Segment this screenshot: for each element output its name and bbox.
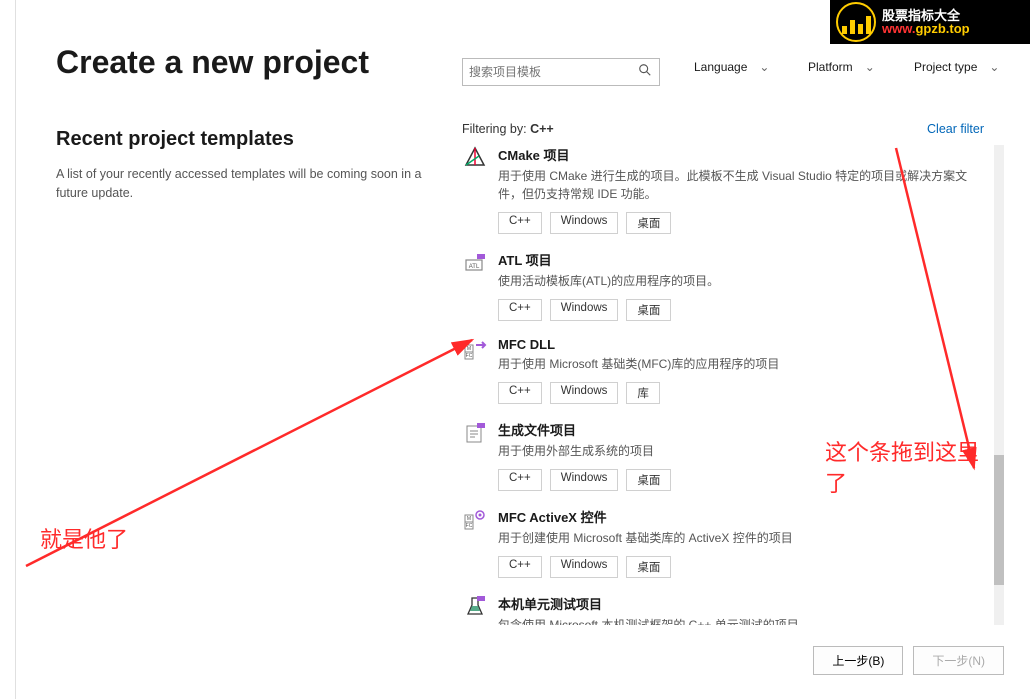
template-item[interactable]: 生成文件项目用于使用外部生成系统的项目 C++ Windows 桌面	[462, 410, 986, 497]
template-tag: 桌面	[626, 299, 671, 321]
test-icon	[462, 594, 488, 620]
filter-platform-label: Platform	[808, 60, 853, 74]
atl-icon: ATL	[462, 250, 488, 276]
template-tags: C++ Windows 桌面	[498, 212, 982, 234]
template-title: MFC ActiveX 控件	[498, 507, 982, 526]
svg-text:FC: FC	[466, 523, 473, 529]
template-item[interactable]: MFC MFC ActiveX 控件用于创建使用 Microsoft 基础类库的 …	[462, 497, 986, 584]
template-tag: Windows	[550, 299, 619, 321]
template-item[interactable]: 本机单元测试项目包含使用 Microsoft 本机测试框架的 C++ 单元测试的…	[462, 584, 986, 625]
filter-by-label: Filtering by: C++	[462, 122, 554, 136]
template-item[interactable]: CMake 项目用于使用 CMake 进行生成的项目。此模板不生成 Visual…	[462, 145, 986, 240]
mfcax-icon: MFC	[462, 507, 488, 533]
template-tag: C++	[498, 382, 542, 404]
next-button[interactable]: 下一步(N)	[913, 646, 1004, 675]
template-tags: C++ Windows 桌面	[498, 469, 982, 491]
background-sliver	[0, 0, 16, 699]
page-title: Create a new project	[56, 44, 369, 81]
template-tag: C++	[498, 469, 542, 491]
filter-platform[interactable]: Platform ⌄	[808, 60, 875, 74]
filter-project-type-label: Project type	[914, 60, 977, 74]
template-desc: 包含使用 Microsoft 本机测试框架的 C++ 单元测试的项目。	[498, 616, 982, 625]
mfc-icon: MFC	[462, 337, 488, 363]
build-icon	[462, 420, 488, 446]
recent-templates-heading: Recent project templates	[56, 128, 294, 151]
template-desc: 用于创建使用 Microsoft 基础类库的 ActiveX 控件的项目	[498, 529, 982, 547]
clear-filter-link[interactable]: Clear filter	[927, 122, 984, 136]
template-desc: 使用活动模板库(ATL)的应用程序的项目。	[498, 272, 982, 290]
template-tag: Windows	[550, 382, 619, 404]
svg-text:ATL: ATL	[469, 264, 480, 270]
template-tag: 桌面	[626, 556, 671, 578]
svg-text:M: M	[467, 516, 471, 522]
template-tag: 库	[626, 382, 660, 404]
svg-text:FC: FC	[466, 353, 473, 359]
svg-text:M: M	[467, 346, 471, 352]
search-input-wrap[interactable]	[462, 58, 660, 86]
watermark-text-url: www.gpzb.top	[882, 22, 970, 35]
template-title: ATL 项目	[498, 250, 982, 269]
watermark-badge: 股票指标大全 www.gpzb.top	[830, 0, 1030, 44]
template-tags: C++ Windows 库	[498, 382, 982, 404]
back-button[interactable]: 上一步(B)	[813, 646, 903, 675]
template-title: 本机单元测试项目	[498, 594, 982, 613]
template-tag: C++	[498, 299, 542, 321]
template-tag: Windows	[550, 212, 619, 234]
template-tag: C++	[498, 556, 542, 578]
filter-language-label: Language	[694, 60, 747, 74]
template-desc: 用于使用 CMake 进行生成的项目。此模板不生成 Visual Studio …	[498, 167, 982, 203]
new-project-dialog: 股票指标大全 www.gpzb.top Create a new project…	[16, 0, 1030, 699]
template-list[interactable]: CMake 项目用于使用 CMake 进行生成的项目。此模板不生成 Visual…	[462, 145, 986, 625]
template-desc: 用于使用 Microsoft 基础类(MFC)库的应用程序的项目	[498, 355, 982, 373]
recent-templates-body: A list of your recently accessed templat…	[56, 165, 426, 203]
filter-language[interactable]: Language ⌄	[694, 60, 769, 74]
cmake-icon	[462, 145, 488, 171]
template-tag: C++	[498, 212, 542, 234]
template-title: 生成文件项目	[498, 420, 982, 439]
watermark-chart-icon	[836, 2, 876, 42]
filter-project-type[interactable]: Project type ⌄	[914, 60, 999, 74]
chevron-down-icon: ⌄	[865, 60, 875, 74]
chevron-down-icon: ⌄	[759, 60, 769, 74]
scrollbar-thumb[interactable]	[994, 455, 1004, 585]
search-icon	[631, 63, 659, 82]
template-title: CMake 项目	[498, 145, 982, 164]
template-title: MFC DLL	[498, 337, 982, 352]
template-tag: 桌面	[626, 212, 671, 234]
template-tag: Windows	[550, 469, 619, 491]
search-input[interactable]	[463, 61, 631, 83]
template-item[interactable]: MFC MFC DLL 用于使用 Microsoft 基础类(MFC)库的应用程序的…	[462, 327, 986, 410]
template-tags: C++ Windows 桌面	[498, 299, 982, 321]
template-tag: Windows	[550, 556, 619, 578]
template-tag: 桌面	[626, 469, 671, 491]
template-item[interactable]: ATL ATL 项目使用活动模板库(ATL)的应用程序的项目。 C++ Windows…	[462, 240, 986, 327]
template-desc: 用于使用外部生成系统的项目	[498, 442, 982, 460]
template-tags: C++ Windows 桌面	[498, 556, 982, 578]
chevron-down-icon: ⌄	[989, 60, 999, 74]
footer-buttons: 上一步(B) 下一步(N)	[813, 646, 1004, 675]
